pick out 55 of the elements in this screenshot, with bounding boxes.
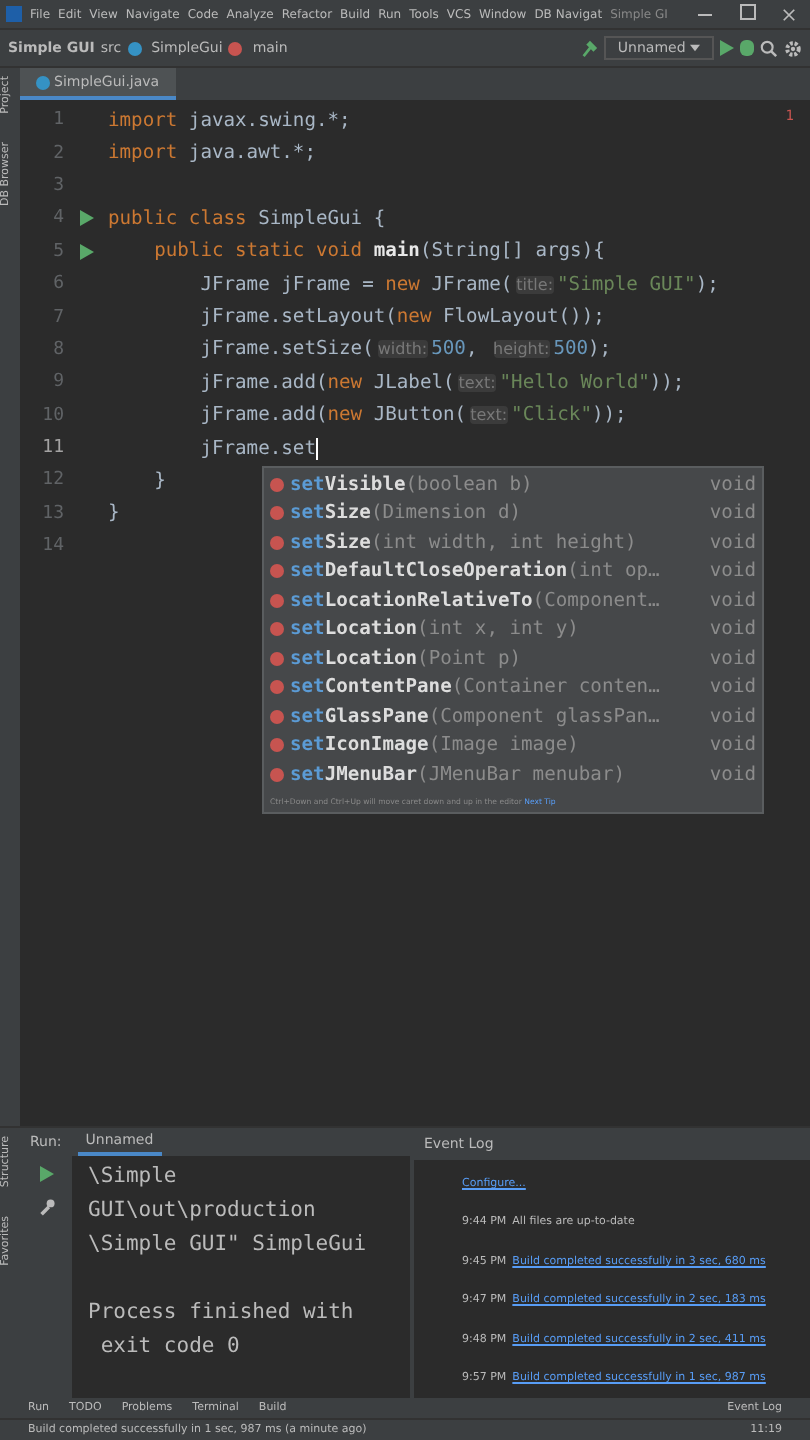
debug-icon[interactable] bbox=[740, 40, 754, 56]
completion-item[interactable]: setContentPane(Container conten… void bbox=[264, 673, 762, 702]
code-line: public class SimpleGui { bbox=[108, 207, 386, 230]
console-line: Process finished with bbox=[88, 1300, 354, 1324]
code-line: jFrame.setSize( width: 500, height: 500); bbox=[198, 338, 612, 361]
console-line: exit code 0 bbox=[98, 1334, 240, 1358]
completion-item[interactable]: setDefaultCloseOperation(int op… void bbox=[264, 557, 762, 586]
code-line: jFrame.setLayout(new FlowLayout()); bbox=[198, 306, 605, 329]
line-number: 8 bbox=[51, 339, 64, 360]
console-line: \Simple bbox=[88, 1164, 177, 1188]
line-number: 4 bbox=[51, 208, 64, 229]
line-number: 6 bbox=[51, 274, 64, 295]
completion-item[interactable]: setSize(int width, int height) void bbox=[264, 528, 762, 557]
line-number: 3 bbox=[51, 175, 64, 196]
code-line: import java.awt.*; bbox=[108, 142, 316, 165]
code-line: public static void main(String[] args){ bbox=[152, 240, 605, 263]
completion-item[interactable]: set Location(Point p) void bbox=[264, 644, 762, 673]
rerun-icon[interactable] bbox=[39, 1166, 53, 1182]
run-gutter-icon[interactable] bbox=[79, 243, 93, 260]
completion-item[interactable]: setJMenuBar(JMenuBar menubar) void bbox=[264, 760, 762, 789]
completion-item[interactable]: set Location(int x, int y) void bbox=[264, 615, 762, 644]
search-icon[interactable] bbox=[760, 39, 778, 57]
code-line: } bbox=[108, 502, 120, 525]
completion-item[interactable]: set LocationRelativeTo(Component… void bbox=[264, 586, 762, 615]
crumb-icon bbox=[127, 41, 142, 55]
line-number: 11 bbox=[40, 438, 64, 459]
completion-item[interactable]: setSize(Dimension d) void bbox=[264, 499, 762, 528]
code-line: jFrame.add(new JLabel( text: "Hello World")); bbox=[198, 371, 685, 394]
line-number: 5 bbox=[51, 241, 64, 262]
crumb-icon bbox=[228, 41, 243, 55]
run-gutter-icon[interactable] bbox=[79, 210, 93, 227]
code-line: jFrame.add(new JButton( text: "Click")); bbox=[198, 404, 627, 427]
line-number: 13 bbox=[40, 503, 64, 524]
completion-item[interactable]: setVisible(boolean b) void bbox=[264, 470, 762, 499]
close-icon[interactable] bbox=[782, 7, 796, 21]
line-number: 10 bbox=[40, 405, 64, 426]
code-line: JFrame jFrame = new JFrame( title: "Simple GUI"); bbox=[198, 273, 719, 296]
line-number: 1 bbox=[51, 110, 64, 131]
hammer-icon[interactable] bbox=[579, 39, 598, 57]
line-number: 14 bbox=[40, 536, 64, 557]
code-line: } bbox=[152, 469, 166, 492]
wrench-icon[interactable] bbox=[37, 1198, 55, 1216]
code-line: jFrame.set bbox=[198, 437, 318, 460]
line-number: 12 bbox=[40, 470, 64, 491]
app-logo-icon bbox=[6, 6, 22, 22]
caret-icon bbox=[690, 44, 700, 52]
completion-item[interactable]: setGlassPane(Component glassPan… void bbox=[264, 702, 762, 731]
line-number: 7 bbox=[51, 307, 64, 328]
console-line: GUI\out\production bbox=[88, 1198, 316, 1222]
line-number: 9 bbox=[51, 372, 64, 393]
code-line: import javax.swing.*; bbox=[108, 109, 351, 132]
line-number: 2 bbox=[51, 143, 64, 164]
console-line: \Simple GUI" SimpleGui bbox=[88, 1232, 367, 1256]
settings-icon[interactable] bbox=[784, 39, 802, 57]
completion-item[interactable]: setIconImage(Image image) void bbox=[264, 731, 762, 760]
